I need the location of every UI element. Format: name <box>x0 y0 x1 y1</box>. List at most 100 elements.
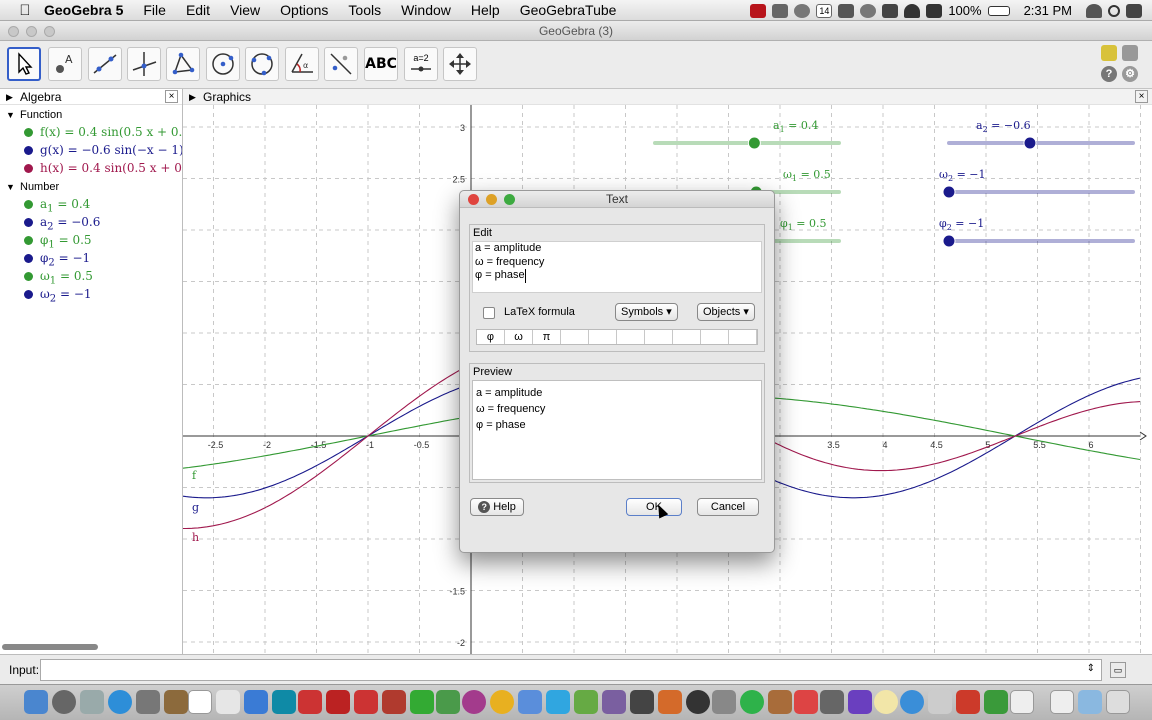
sync-icon[interactable] <box>794 3 811 18</box>
visibility-dot-icon[interactable] <box>24 254 33 263</box>
symbol-button[interactable]: φ <box>477 330 505 344</box>
symbol-button[interactable] <box>561 330 589 344</box>
algebra-item-a2[interactable]: a2 = −0.6 <box>0 213 182 231</box>
slider-tool-button[interactable]: a=2 <box>404 47 438 81</box>
expand-triangle-icon[interactable]: ▼ <box>6 179 15 195</box>
window-close-button[interactable] <box>8 26 19 37</box>
app-icon[interactable] <box>984 690 1008 714</box>
notification-list-icon[interactable] <box>1126 3 1142 18</box>
undo-icon[interactable] <box>1101 45 1117 61</box>
polygon-tool-button[interactable] <box>166 47 200 81</box>
visibility-dot-icon[interactable] <box>24 128 33 137</box>
clock[interactable]: 2:31 PM <box>1024 3 1072 18</box>
dialog-close-button[interactable] <box>468 194 479 205</box>
app-icon[interactable] <box>298 690 322 714</box>
finder-icon[interactable] <box>24 690 48 714</box>
calendar-dock-icon[interactable] <box>188 690 212 714</box>
algebra-horizontal-scrollbar[interactable] <box>2 644 98 650</box>
google-drive-icon[interactable] <box>518 690 542 714</box>
app-icon[interactable] <box>768 690 792 714</box>
algebra-close-button[interactable]: × <box>165 90 178 103</box>
settings-gear-icon[interactable]: ⚙ <box>1122 66 1138 82</box>
app-icon[interactable] <box>574 690 598 714</box>
symbol-button[interactable] <box>701 330 729 344</box>
arduino-icon[interactable] <box>272 690 296 714</box>
menu-app-name[interactable]: GeoGebra 5 <box>34 0 133 21</box>
window-minimize-button[interactable] <box>26 26 37 37</box>
app-icon[interactable] <box>794 690 818 714</box>
menu-help[interactable]: Help <box>461 0 510 21</box>
visibility-dot-icon[interactable] <box>24 200 33 209</box>
slider-knob[interactable] <box>1023 136 1037 150</box>
angle-tool-button[interactable]: α <box>285 47 319 81</box>
symbol-button[interactable] <box>617 330 645 344</box>
function-group[interactable]: ▼ Function <box>0 107 182 123</box>
collapse-triangle-icon[interactable]: ▶ <box>6 89 13 105</box>
algebra-item-omega1[interactable]: ω1 = 0.5 <box>0 267 182 285</box>
app-icon[interactable] <box>546 690 570 714</box>
app-store-icon[interactable] <box>244 690 268 714</box>
latex-checkbox[interactable] <box>483 307 495 319</box>
slider-label[interactable]: φ2 = −1 <box>939 217 984 232</box>
volume-icon[interactable] <box>926 3 943 18</box>
calendar-icon[interactable]: 14 <box>816 3 833 18</box>
app-icon[interactable] <box>928 690 952 714</box>
safari-icon[interactable] <box>108 690 132 714</box>
symbol-button[interactable] <box>589 330 617 344</box>
app-icon[interactable] <box>354 690 378 714</box>
visibility-dot-icon[interactable] <box>24 146 33 155</box>
menu-geogebratube[interactable]: GeoGebraTube <box>510 0 627 21</box>
app-icon[interactable] <box>410 690 434 714</box>
app-icon[interactable] <box>848 690 872 714</box>
menu-view[interactable]: View <box>220 0 270 21</box>
reflect-tool-button[interactable] <box>324 47 358 81</box>
dialog-minimize-button[interactable] <box>486 194 497 205</box>
app-icon[interactable] <box>712 690 736 714</box>
graphics-close-button[interactable]: × <box>1135 90 1148 103</box>
app-icon[interactable] <box>686 690 710 714</box>
circle-tool-button[interactable] <box>206 47 240 81</box>
curve-label-h[interactable]: h <box>192 531 199 544</box>
time-machine-icon[interactable] <box>860 3 877 18</box>
help-icon[interactable]: ? <box>1101 66 1117 82</box>
move-tool-button[interactable] <box>7 47 41 81</box>
menu-tools[interactable]: Tools <box>338 0 391 21</box>
app-icon[interactable] <box>436 690 460 714</box>
collapse-triangle-icon[interactable]: ▶ <box>189 89 196 105</box>
menu-file[interactable]: File <box>133 0 176 21</box>
circle-three-points-tool-button[interactable] <box>245 47 279 81</box>
slider-label[interactable]: a2 = −0.6 <box>976 119 1031 134</box>
algebra-item-f[interactable]: f(x) = 0.4 sin(0.5 x + 0.5) <box>0 123 182 141</box>
slider-label[interactable]: φ1 = 0.5 <box>780 217 827 232</box>
algebra-item-h[interactable]: h(x) = 0.4 sin(0.5 x + 0.5) − 0.6 sin(−x… <box>0 159 182 177</box>
symbols-dropdown[interactable]: Symbols ▾ <box>615 303 678 321</box>
text-tool-button[interactable]: ABC <box>364 47 398 81</box>
battery-icon[interactable] <box>987 5 1010 16</box>
number-group[interactable]: ▼ Number <box>0 179 182 195</box>
line-tool-button[interactable] <box>88 47 122 81</box>
visibility-dot-icon[interactable] <box>24 218 33 227</box>
photo-booth-icon[interactable] <box>136 690 160 714</box>
app-icon[interactable] <box>462 690 486 714</box>
algebra-item-phi2[interactable]: φ2 = −1 <box>0 249 182 267</box>
menu-edit[interactable]: Edit <box>176 0 220 21</box>
visibility-dot-icon[interactable] <box>24 272 33 281</box>
objects-dropdown[interactable]: Objects ▾ <box>697 303 755 321</box>
app-icon[interactable] <box>900 690 924 714</box>
apple-icon[interactable]:  <box>16 0 34 21</box>
algebra-item-g[interactable]: g(x) = −0.6 sin(−x − 1) <box>0 141 182 159</box>
notes-icon[interactable] <box>216 690 240 714</box>
input-field[interactable]: ⇕ <box>40 659 1102 681</box>
app-icon[interactable] <box>382 690 406 714</box>
visibility-dot-icon[interactable] <box>24 236 33 245</box>
perpendicular-tool-button[interactable] <box>127 47 161 81</box>
chrome-icon[interactable] <box>490 690 514 714</box>
menu-window[interactable]: Window <box>391 0 461 21</box>
slider-label[interactable]: ω2 = −1 <box>939 168 986 183</box>
window-zoom-button[interactable] <box>44 26 55 37</box>
cancel-button[interactable]: Cancel <box>697 498 759 516</box>
dialog-zoom-button[interactable] <box>504 194 515 205</box>
expand-triangle-icon[interactable]: ▼ <box>6 107 15 123</box>
app-icon[interactable] <box>956 690 980 714</box>
recording-icon[interactable] <box>750 3 767 18</box>
